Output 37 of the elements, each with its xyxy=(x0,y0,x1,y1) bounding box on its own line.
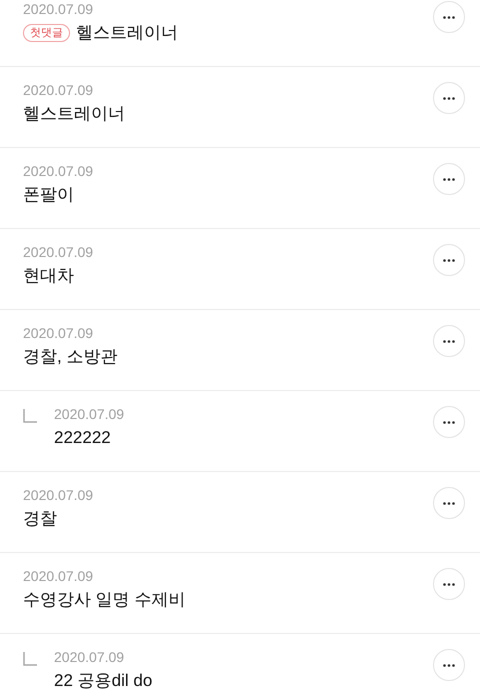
comment-text: 경찰 xyxy=(23,508,57,530)
more-options-button[interactable] xyxy=(433,325,465,357)
more-options-button[interactable] xyxy=(433,244,465,276)
first-comment-badge: 첫댓글 xyxy=(23,24,70,42)
more-icon xyxy=(443,664,455,666)
more-icon xyxy=(443,340,455,342)
more-icon xyxy=(443,178,455,180)
comment-date: 2020.07.09 xyxy=(23,567,94,585)
more-icon xyxy=(443,420,455,424)
more-options-button[interactable] xyxy=(433,568,465,600)
comment-date: 2020.07.09 xyxy=(23,243,94,261)
comment-date: 2020.07.09 xyxy=(23,81,94,99)
more-options-button[interactable] xyxy=(433,487,465,519)
comment-text: 헬스트레이너 xyxy=(23,103,125,125)
comment-text: 수영강사 일명 수제비 xyxy=(23,589,186,611)
more-options-button[interactable] xyxy=(433,406,465,438)
comment-text: 경찰, 소방관 xyxy=(23,346,118,368)
more-icon xyxy=(443,96,455,100)
comment-date: 2020.07.09 xyxy=(23,162,94,180)
comment-text: 헬스트레이너 xyxy=(76,22,178,44)
more-options-button[interactable] xyxy=(433,1,465,33)
comment-date: 2020.07.09 xyxy=(23,324,94,342)
comment-date: 2020.07.09 xyxy=(54,405,124,423)
comment-text: 폰팔이 xyxy=(23,184,74,206)
comment-date: 2020.07.09 xyxy=(23,486,94,504)
comment-date: 2020.07.09 xyxy=(23,0,94,18)
comment-text: 22 공용dil do xyxy=(54,670,152,692)
more-options-button[interactable] xyxy=(433,163,465,195)
comment-date: 2020.07.09 xyxy=(54,648,124,666)
comment-text: 현대차 xyxy=(23,265,74,287)
more-options-button[interactable] xyxy=(433,649,465,681)
more-icon xyxy=(443,16,455,18)
more-icon xyxy=(443,582,455,586)
more-icon xyxy=(443,502,455,504)
more-icon xyxy=(443,258,455,262)
more-options-button[interactable] xyxy=(433,82,465,114)
comment-text: 222222 xyxy=(54,427,111,449)
